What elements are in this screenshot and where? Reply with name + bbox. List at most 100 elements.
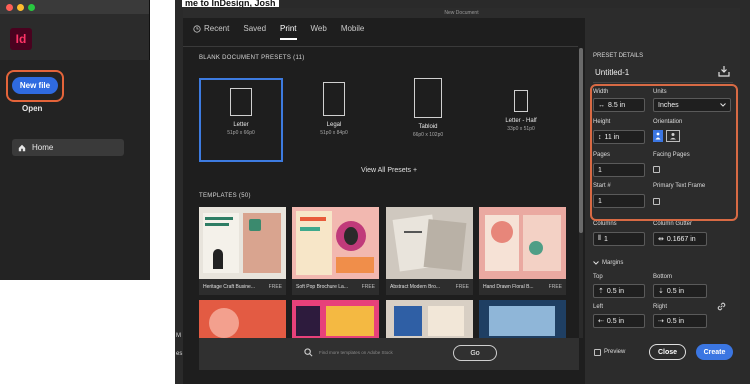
template-caption: Soft Pop Brochure La... FREE [292, 279, 379, 295]
background-text: M [176, 333, 181, 339]
zoom-window-dot[interactable] [28, 3, 35, 11]
template-card[interactable] [386, 300, 473, 340]
dialog-title: New Document [183, 8, 740, 18]
margins-toggle[interactable]: Margins [593, 260, 623, 266]
blank-presets-heading: BLANK DOCUMENT PRESETS (11) [199, 55, 305, 61]
go-button[interactable]: Go [453, 345, 497, 361]
close-button[interactable]: Close [649, 344, 686, 360]
preset-dims: 51p0 x 84p0 [320, 130, 348, 136]
search-icon [304, 348, 313, 357]
template-card[interactable] [292, 300, 379, 340]
template-name: Hand Drawn Floral B... [483, 284, 534, 290]
margin-bottom-icon: ⇣ [658, 288, 664, 295]
preset-letter-half[interactable]: Letter - Half 33p0 x 51p0 [479, 78, 563, 162]
top-margin-label: Top [593, 274, 603, 280]
divider [593, 82, 733, 83]
template-thumbnail [386, 207, 473, 279]
app-background-edge [740, 0, 750, 384]
preset-name: Legal [326, 122, 342, 128]
home-titlebar [0, 0, 149, 14]
new-file-button[interactable]: New file [12, 77, 58, 94]
column-gutter-label: Column Gutter [653, 221, 693, 227]
right-margin-value: 0.5 in [666, 317, 684, 325]
template-caption: Hand Drawn Floral B... FREE [479, 279, 566, 295]
templates-count: (50) [238, 193, 251, 199]
sidebar-item-home[interactable]: Home [12, 139, 124, 156]
templates-heading: TEMPLATES (50) [199, 193, 251, 199]
top-margin-value: 0.5 in [606, 287, 624, 295]
blank-presets-count: (11) [293, 55, 305, 61]
right-margin-field[interactable]: ⇢ 0.5 in [653, 314, 707, 328]
preset-letter[interactable]: Letter 51p0 x 66p0 [199, 78, 283, 162]
left-margin-field[interactable]: ⇠ 0.5 in [593, 314, 645, 328]
gutter-icon: ⇹ [658, 236, 664, 243]
document-name-field[interactable]: Untitled-1 [595, 68, 629, 77]
preset-legal[interactable]: Legal 51p0 x 84p0 [292, 78, 376, 162]
preset-name: Tabloid [418, 124, 438, 130]
tab-mobile[interactable]: Mobile [341, 24, 365, 38]
columns-field[interactable]: ⫴ 1 [593, 232, 645, 246]
view-all-presets-link[interactable]: View All Presets + [361, 167, 417, 174]
template-card[interactable]: Heritage Craft Busine... FREE [199, 207, 286, 295]
preset-dims: 51p0 x 66p0 [227, 130, 255, 136]
chevron-down-icon [593, 261, 599, 265]
home-window: Id New file Open Home [0, 0, 150, 280]
document-icon [414, 78, 442, 118]
preset-dims: 66p0 x 102p0 [412, 132, 444, 138]
margin-left-icon: ⇠ [598, 318, 604, 325]
welcome-heading: me to InDesign, Josh [182, 0, 279, 7]
sidebar-item-label: Home [32, 143, 54, 152]
search-input[interactable]: Find more templates on Adobe Stock [319, 350, 393, 355]
right-margin-label: Right [653, 304, 668, 310]
template-thumbnail [199, 207, 286, 279]
free-badge: FREE [455, 284, 469, 290]
column-gutter-field[interactable]: ⇹ 0.1667 in [653, 232, 707, 246]
top-margin-field[interactable]: ⇡ 0.5 in [593, 284, 645, 298]
template-thumbnail [292, 207, 379, 279]
template-thumbnail [479, 207, 566, 279]
left-margin-label: Left [593, 304, 604, 310]
home-icon [18, 144, 26, 151]
bottom-margin-field[interactable]: ⇣ 0.5 in [653, 284, 707, 298]
tab-web[interactable]: Web [311, 24, 327, 38]
minimize-window-dot[interactable] [17, 3, 24, 11]
template-card[interactable] [199, 300, 286, 340]
tab-divider [183, 46, 578, 47]
save-preset-icon[interactable] [718, 65, 730, 77]
preset-tabloid[interactable]: Tabloid 66p0 x 102p0 [386, 78, 470, 162]
document-icon [230, 88, 252, 116]
tab-saved[interactable]: Saved [243, 24, 266, 38]
margins-label: Margins [602, 260, 624, 266]
open-button[interactable]: Open [22, 104, 42, 113]
template-name: Heritage Craft Busine... [203, 284, 255, 290]
tab-label: Recent [204, 24, 230, 33]
stock-search-bar: Find more templates on Adobe Stock Go [199, 338, 579, 370]
preset-dims: 33p0 x 51p0 [507, 126, 535, 132]
create-button[interactable]: Create [696, 344, 733, 360]
template-card[interactable]: Hand Drawn Floral B... FREE [479, 207, 566, 295]
background-text: es [176, 351, 183, 357]
indesign-logo: Id [10, 28, 32, 50]
bottom-margin-label: Bottom [653, 274, 673, 280]
close-window-dot[interactable] [6, 3, 13, 11]
tab-recent[interactable]: Recent [193, 24, 229, 38]
bottom-margin-value: 0.5 in [666, 287, 684, 295]
templates-label: TEMPLATES [199, 193, 237, 199]
blank-presets-label: BLANK DOCUMENT PRESETS [199, 55, 292, 61]
preset-name: Letter - Half [505, 118, 537, 124]
template-caption: Heritage Craft Busine... FREE [199, 279, 286, 295]
settings-highlight [590, 84, 738, 221]
tab-print[interactable]: Print [280, 24, 297, 40]
template-caption: Abstract Modern Bro... FREE [386, 279, 473, 295]
document-icon [514, 90, 528, 112]
preset-details-heading: PRESET DETAILS [593, 53, 644, 59]
preview-checkbox[interactable] [594, 349, 601, 356]
template-card[interactable] [479, 300, 566, 340]
link-icon[interactable] [716, 301, 727, 312]
preset-name: Letter [233, 122, 249, 128]
template-card[interactable]: Soft Pop Brochure La... FREE [292, 207, 379, 295]
template-name: Abstract Modern Bro... [390, 284, 441, 290]
columns-value: 1 [603, 235, 608, 243]
scrollbar-thumb[interactable] [579, 48, 583, 233]
template-card[interactable]: Abstract Modern Bro... FREE [386, 207, 473, 295]
